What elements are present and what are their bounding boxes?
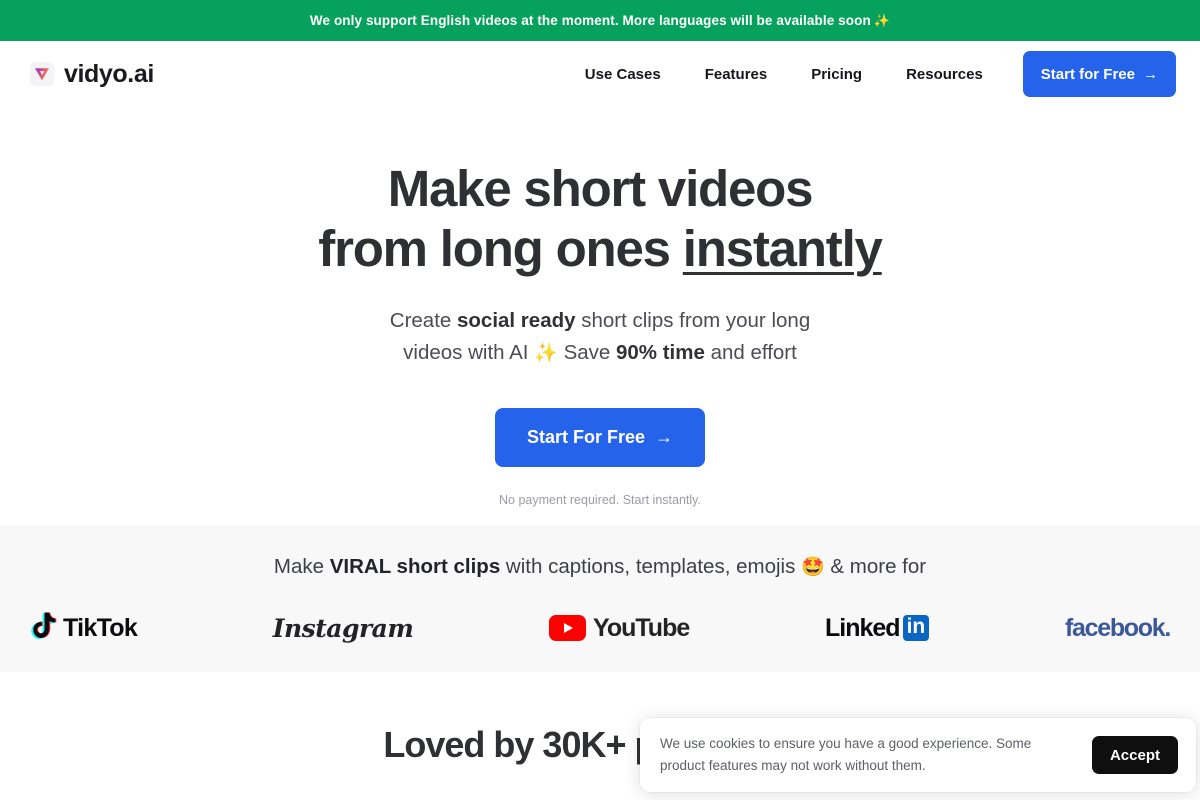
header-start-for-free-button[interactable]: Start for Free → bbox=[1022, 51, 1176, 97]
platform-logo-instagram: Instagram bbox=[273, 611, 414, 645]
platform-logos-row: TikTok Instagram YouTube Linked in faceb… bbox=[0, 611, 1200, 645]
page-root: We only support English videos at the mo… bbox=[0, 0, 1200, 800]
hero-sub-e: Save bbox=[557, 341, 616, 364]
hero-headline: Make short videos from long ones instant… bbox=[0, 159, 1200, 279]
platform-logo-facebook: facebook. bbox=[1064, 611, 1171, 645]
cookie-banner-text: We use cookies to ensure you have a good… bbox=[660, 736, 1032, 773]
header-cta-label: Start for Free bbox=[1040, 65, 1135, 83]
social-head-c: with captions, templates, emojis bbox=[500, 555, 802, 578]
social-head-a: Make bbox=[273, 555, 330, 578]
site-header: vidyo.ai Use Cases Features Pricing Reso… bbox=[0, 41, 1200, 107]
hero-headline-line2-prefix: from long ones bbox=[318, 220, 683, 277]
facebook-wordmark: facebook. bbox=[1064, 613, 1171, 642]
linkedin-wordmark: Linked bbox=[825, 613, 901, 642]
announcement-text: We only support English videos at the mo… bbox=[309, 13, 871, 28]
hero-sub-f: and effort bbox=[704, 341, 797, 364]
platform-logo-youtube: YouTube bbox=[549, 611, 690, 645]
hero-headline-emphasis: instantly bbox=[682, 220, 883, 277]
cookie-consent-banner: We use cookies to ensure you have a good… bbox=[640, 718, 1196, 792]
hero-sub-d: videos with AI bbox=[403, 341, 535, 364]
social-proof-headline: Make VIRAL short clips with captions, te… bbox=[0, 555, 1200, 579]
social-proof-section: Make VIRAL short clips with captions, te… bbox=[0, 525, 1200, 672]
hero-cta-label: Start For Free bbox=[526, 427, 646, 447]
hero-sub-emphasis-social: social ready bbox=[457, 309, 576, 332]
hero-start-for-free-button[interactable]: Start For Free → bbox=[494, 408, 706, 467]
hero-cta-wrap: Start For Free → No payment required. St… bbox=[0, 408, 1200, 507]
nav-item-features[interactable]: Features bbox=[705, 66, 768, 83]
platform-logo-linkedin: Linked in bbox=[825, 611, 930, 645]
hero-sub-a: Create bbox=[389, 309, 457, 332]
nav-item-use-cases[interactable]: Use Cases bbox=[585, 66, 661, 83]
hero-sub-emphasis-time: 90% time bbox=[616, 341, 705, 364]
hero-headline-line1: Make short videos bbox=[387, 160, 814, 217]
linkedin-in-badge-icon: in bbox=[902, 615, 930, 641]
arrow-right-icon: → bbox=[1143, 65, 1158, 83]
social-head-d: & more for bbox=[824, 555, 927, 578]
youtube-play-icon bbox=[549, 615, 587, 641]
platform-logo-tiktok: TikTok bbox=[30, 611, 138, 646]
hero-section: Make short videos from long ones instant… bbox=[0, 107, 1200, 525]
arrow-right-icon: → bbox=[655, 427, 674, 447]
tiktok-note-icon bbox=[30, 611, 57, 646]
tiktok-wordmark: TikTok bbox=[63, 613, 138, 642]
hero-sub-c: short clips from your long bbox=[575, 309, 811, 332]
cookie-accept-button[interactable]: Accept bbox=[1091, 736, 1178, 774]
youtube-wordmark: YouTube bbox=[593, 613, 690, 642]
social-head-emphasis: VIRAL short clips bbox=[329, 555, 501, 578]
sparkles-icon: ✨ bbox=[534, 343, 558, 364]
star-struck-emoji-icon: 🤩 bbox=[801, 557, 825, 578]
brand-name: vidyo.ai bbox=[64, 59, 154, 88]
announcement-bar: We only support English videos at the mo… bbox=[0, 0, 1200, 41]
nav-item-resources[interactable]: Resources bbox=[906, 66, 983, 83]
main-nav: Use Cases Features Pricing Resources bbox=[585, 66, 983, 83]
nav-item-pricing[interactable]: Pricing bbox=[811, 66, 862, 83]
instagram-wordmark: Instagram bbox=[272, 613, 414, 643]
hero-cta-note: No payment required. Start instantly. bbox=[499, 493, 701, 507]
hero-subheadline: Create social ready short clips from you… bbox=[0, 305, 1200, 370]
vidyo-triangle-logo-icon bbox=[30, 62, 54, 86]
sparkles-icon: ✨ bbox=[873, 12, 891, 28]
brand-logo[interactable]: vidyo.ai bbox=[30, 60, 154, 89]
